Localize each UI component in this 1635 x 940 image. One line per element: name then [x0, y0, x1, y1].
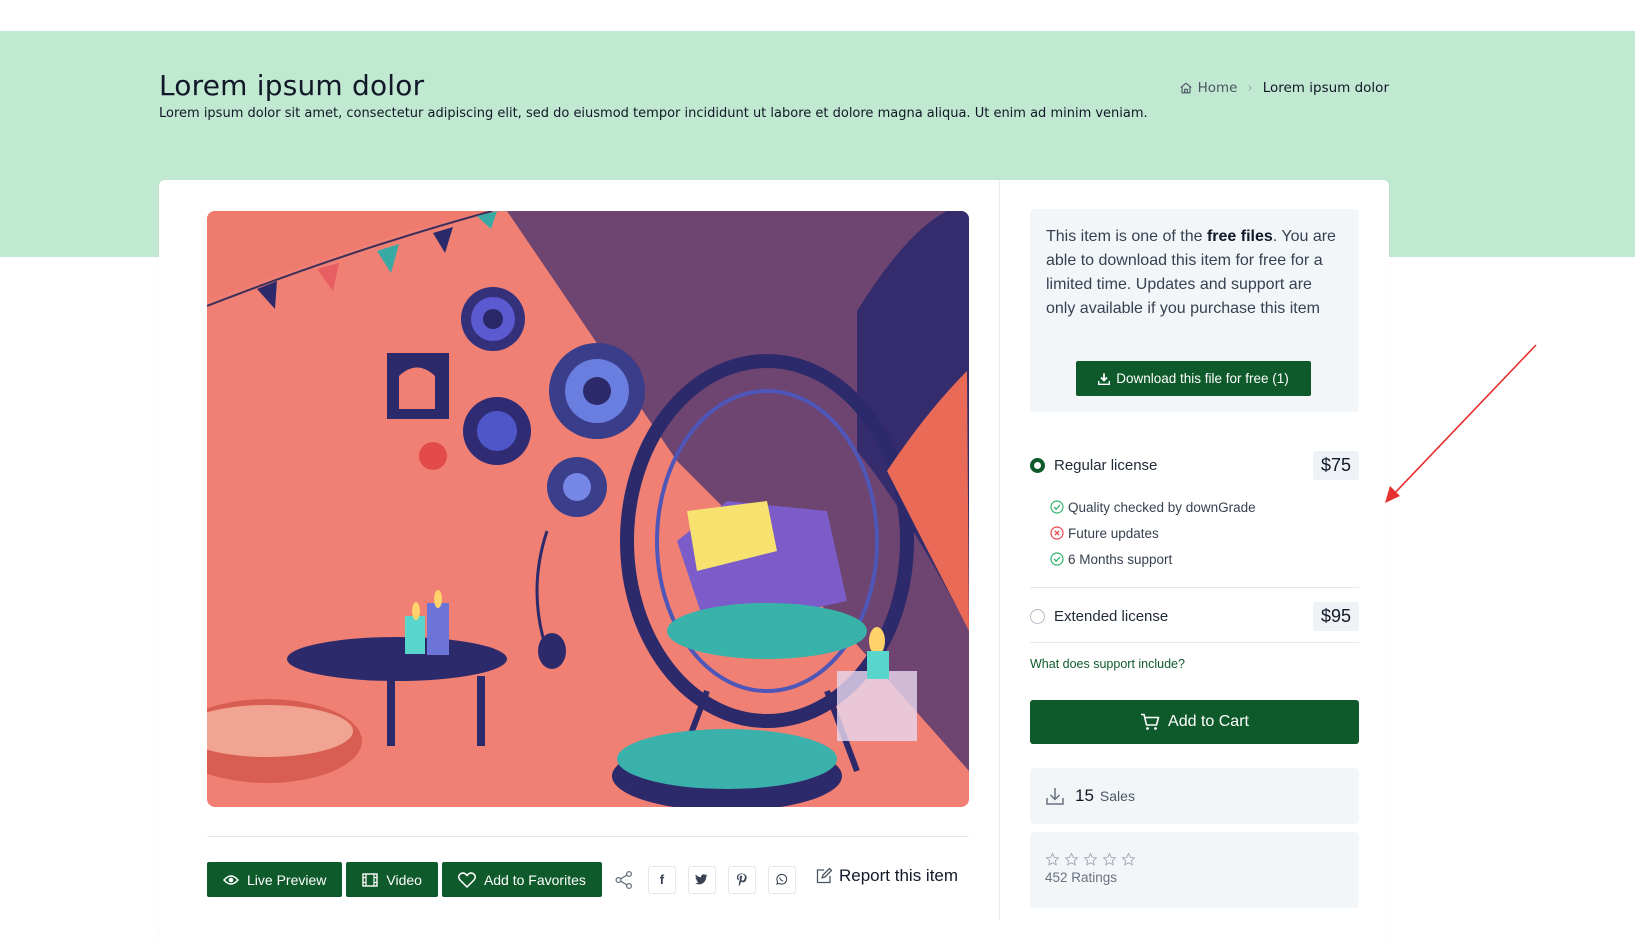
breadcrumb: Home › Lorem ipsum dolor	[1179, 80, 1389, 96]
heart-icon	[457, 871, 476, 888]
feature-label: 6 Months support	[1068, 551, 1173, 567]
film-icon	[362, 872, 379, 887]
free-files-emphasis: free files	[1206, 228, 1273, 245]
column-divider	[999, 180, 1000, 920]
live-preview-label: Live Preview	[247, 871, 327, 888]
x-circle-icon	[1050, 526, 1064, 540]
feature-item: Quality checked by downGrade	[1050, 494, 1359, 520]
share-icon[interactable]	[614, 870, 634, 890]
eye-icon	[223, 874, 239, 885]
chevron-right-icon: ›	[1247, 80, 1253, 96]
extended-license-label: Extended license	[1054, 608, 1169, 625]
feature-item: Future updates	[1050, 520, 1359, 546]
ratings-count: 452 Ratings	[1045, 870, 1118, 885]
license-divider	[1030, 587, 1359, 588]
video-label: Video	[386, 871, 422, 888]
license-features: Quality checked by downGrade Future upda…	[1030, 494, 1359, 572]
favorites-label: Add to Favorites	[483, 871, 586, 888]
check-circle-icon	[1050, 500, 1064, 514]
rating-stars	[1045, 852, 1344, 867]
download-icon	[1046, 788, 1064, 805]
add-to-cart-button[interactable]: Add to Cart	[1030, 700, 1359, 744]
facebook-share-button[interactable]: f	[647, 865, 676, 894]
feature-item: 6 Months support	[1050, 546, 1359, 572]
breadcrumb-home-label[interactable]: Home	[1198, 80, 1238, 96]
live-preview-button[interactable]: Live Preview	[207, 862, 343, 897]
star-icon	[1121, 852, 1136, 866]
top-bar	[0, 0, 1635, 31]
license-divider	[1030, 642, 1359, 643]
star-icon	[1045, 852, 1060, 866]
add-to-cart-label: Add to Cart	[1168, 713, 1249, 730]
breadcrumb-current: Lorem ipsum dolor	[1262, 80, 1389, 96]
breadcrumb-home[interactable]: Home	[1179, 80, 1238, 96]
regular-license-label: Regular license	[1054, 457, 1158, 474]
sales-count: 15	[1075, 786, 1094, 805]
extended-license-option[interactable]: Extended license $95	[1030, 602, 1359, 631]
star-icon	[1102, 852, 1117, 866]
sales-label: Sales	[1099, 788, 1135, 804]
report-label: Report this item	[839, 866, 959, 885]
check-circle-icon	[1050, 552, 1064, 566]
edit-icon	[816, 867, 833, 884]
action-bar: Live Preview Video Add to Favorites f	[207, 862, 808, 897]
ratings-stats: 452 Ratings	[1030, 832, 1359, 908]
extended-license-radio[interactable]	[1030, 609, 1045, 624]
home-icon	[1180, 82, 1192, 94]
divider	[207, 836, 969, 837]
download-free-button[interactable]: Download this file for free (1)	[1076, 361, 1311, 396]
twitter-share-button[interactable]	[687, 865, 716, 894]
report-item-link[interactable]: Report this item	[815, 866, 958, 886]
whatsapp-share-button[interactable]	[767, 865, 796, 894]
regular-license-radio[interactable]	[1030, 458, 1045, 473]
feature-label: Future updates	[1068, 525, 1159, 541]
pinterest-icon	[737, 873, 747, 886]
facebook-icon: f	[659, 872, 665, 887]
download-free-label: Download this file for free (1)	[1116, 371, 1289, 386]
feature-label: Quality checked by downGrade	[1068, 499, 1256, 515]
free-file-notice: This item is one of the free files. You …	[1030, 209, 1359, 412]
video-button[interactable]: Video	[346, 862, 438, 897]
product-image[interactable]	[207, 211, 969, 807]
sales-stats: 15 Sales	[1030, 768, 1359, 824]
download-icon	[1098, 373, 1111, 385]
free-file-text: This item is one of the free files. You …	[1046, 228, 1336, 317]
extended-license-price: $95	[1312, 602, 1359, 631]
product-illustration	[207, 211, 969, 807]
pinterest-share-button[interactable]	[727, 865, 756, 894]
annotation-arrow	[1385, 344, 1537, 503]
cart-icon	[1141, 713, 1160, 730]
star-icon	[1083, 852, 1098, 866]
star-icon	[1064, 852, 1079, 866]
regular-license-price: $75	[1312, 451, 1359, 480]
page-description: Lorem ipsum dolor sit amet, consectetur …	[159, 106, 1148, 121]
whatsapp-icon	[776, 873, 788, 885]
page-title: Lorem ipsum dolor	[159, 69, 425, 102]
support-info-link[interactable]: What does support include?	[1030, 657, 1185, 671]
twitter-icon	[695, 874, 708, 885]
add-to-favorites-button[interactable]: Add to Favorites	[441, 862, 602, 897]
regular-license-option[interactable]: Regular license $75 Quality checked by d…	[1030, 451, 1359, 572]
